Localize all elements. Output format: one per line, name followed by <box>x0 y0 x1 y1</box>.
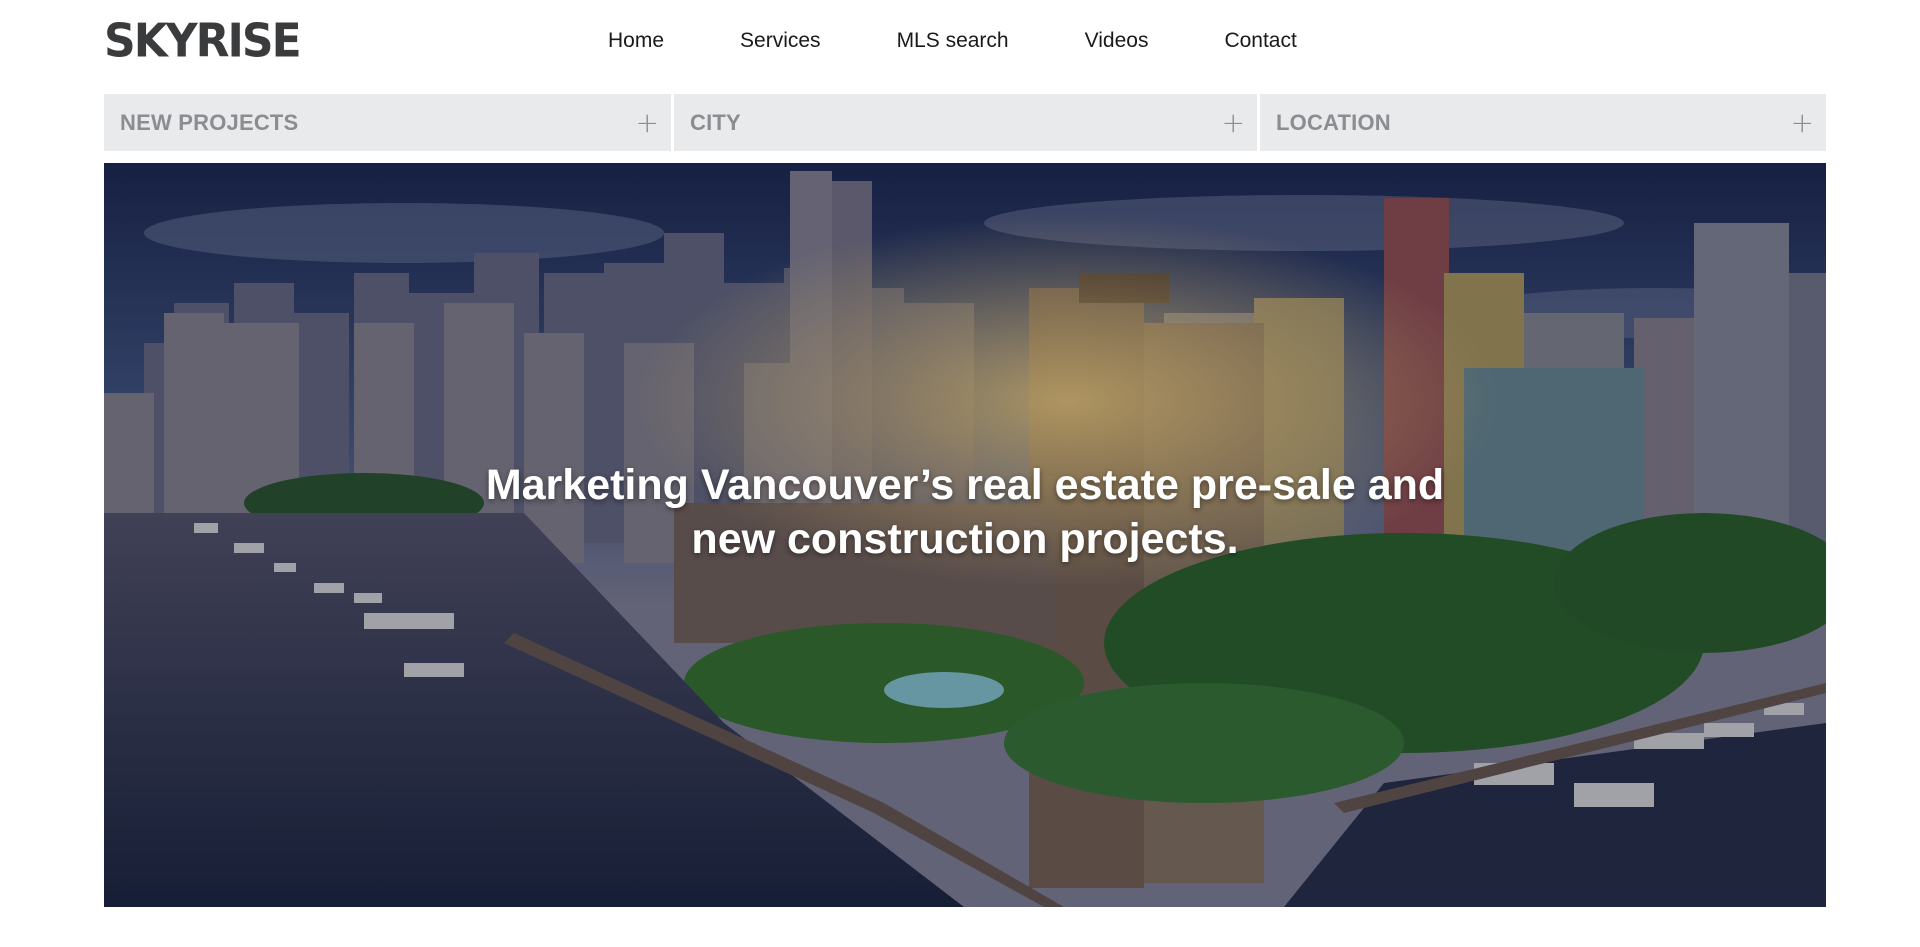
hero-banner: Marketing Vancouver’s real estate pre-sa… <box>104 163 1826 907</box>
filter-location-label: LOCATION <box>1276 109 1391 135</box>
filter-city[interactable]: CITY + <box>674 94 1257 151</box>
filter-bar: NEW PROJECTS + CITY + LOCATION + <box>104 94 1826 151</box>
nav-services[interactable]: Services <box>740 26 821 56</box>
filter-location[interactable]: LOCATION + <box>1260 94 1826 151</box>
filter-new-projects-label: NEW PROJECTS <box>120 109 299 135</box>
nav-contact[interactable]: Contact <box>1224 26 1296 56</box>
nav-mls-search[interactable]: MLS search <box>897 26 1009 56</box>
nav-videos[interactable]: Videos <box>1085 26 1149 56</box>
main-nav: Home Services MLS search Videos Contact <box>608 26 1297 56</box>
hero-title: Marketing Vancouver’s real estate pre-sa… <box>485 461 1445 563</box>
skyrise-logo[interactable]: SKYRISE <box>104 16 302 67</box>
filter-city-label: CITY <box>690 109 741 135</box>
plus-icon[interactable]: + <box>636 108 659 137</box>
site-header: SKYRISE Home Services MLS search Videos … <box>0 0 1920 88</box>
plus-icon[interactable]: + <box>1791 108 1814 137</box>
nav-home[interactable]: Home <box>608 26 664 56</box>
plus-icon[interactable]: + <box>1222 108 1245 137</box>
filter-new-projects[interactable]: NEW PROJECTS + <box>104 94 671 151</box>
